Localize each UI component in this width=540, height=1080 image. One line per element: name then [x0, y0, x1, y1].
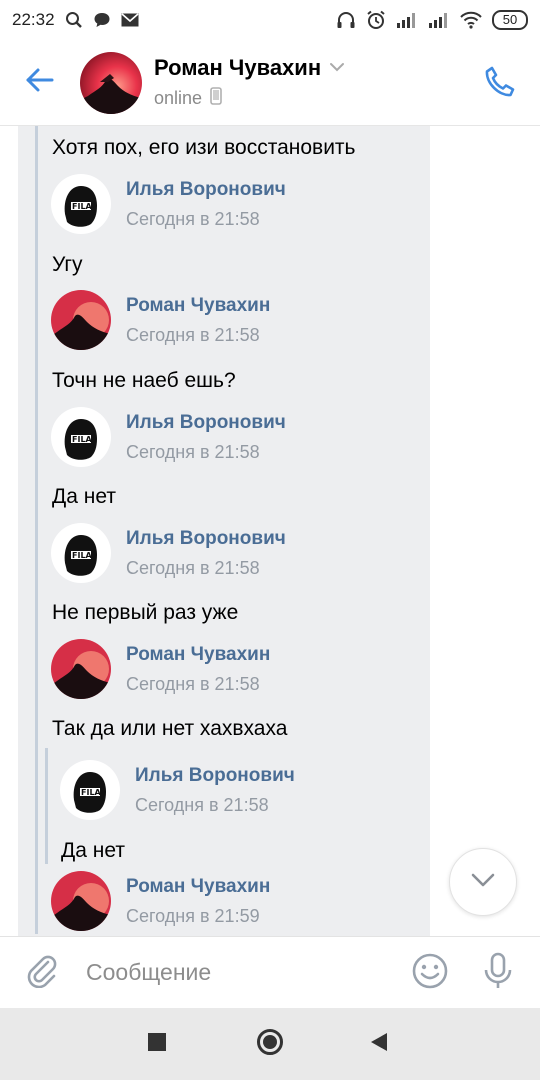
chevron-down-icon — [470, 872, 496, 893]
back-button[interactable] — [0, 40, 80, 126]
author-name[interactable]: Илья Воронович — [135, 764, 295, 788]
square-icon — [148, 1032, 166, 1056]
status-time: 22:32 — [12, 10, 55, 29]
microphone-icon — [483, 952, 513, 995]
chat-header: Роман Чувахин online — [0, 40, 540, 126]
message-input[interactable] — [86, 959, 386, 986]
author-avatar[interactable] — [51, 871, 111, 931]
message-time: Сегодня в 21:58 — [126, 209, 260, 229]
author-avatar[interactable]: FILA — [51, 523, 111, 583]
message-text: Угу — [52, 253, 83, 276]
forward-header[interactable]: Роман Чувахин Сегодня в 21:58 — [51, 639, 270, 699]
phone-device-icon — [210, 87, 222, 110]
headphones-icon — [336, 11, 356, 29]
call-button[interactable] — [480, 64, 520, 104]
forward-header[interactable]: Роман Чувахин Сегодня в 21:58 — [51, 290, 270, 350]
message-text: Да нет — [52, 485, 116, 508]
author-name[interactable]: Илья Воронович — [126, 411, 286, 435]
message-text: Хотя пох, его изи восстановить — [52, 136, 356, 159]
message-text: Так да или нет хахвхаха — [52, 717, 288, 740]
message-text: Не первый раз уже — [52, 601, 239, 624]
author-avatar[interactable]: FILA — [51, 174, 111, 234]
message-time: Сегодня в 21:58 — [126, 442, 260, 462]
contact-status: online — [154, 88, 203, 108]
contact-name[interactable]: Роман Чувахин — [154, 55, 321, 81]
scroll-down-button[interactable] — [449, 848, 517, 916]
message-text: Точн не наеб ешь? — [52, 369, 236, 392]
message-time: Сегодня в 21:59 — [126, 906, 260, 926]
back-nav-button[interactable] — [355, 1020, 403, 1068]
forward-header[interactable]: FILA Илья Воронович Сегодня в 21:58 — [51, 174, 286, 234]
svg-text:FILA: FILA — [72, 202, 93, 211]
phone-call-icon — [483, 65, 517, 104]
author-name[interactable]: Роман Чувахин — [126, 294, 270, 318]
alarm-clock-icon — [366, 10, 386, 30]
nested-forward-line — [45, 748, 48, 864]
message-time: Сегодня в 21:58 — [126, 558, 260, 578]
signal-icon-2 — [428, 12, 450, 28]
forward-header[interactable]: Роман Чувахин Сегодня в 21:59 — [51, 871, 270, 931]
author-avatar[interactable]: FILA — [60, 760, 120, 820]
contact-avatar[interactable] — [80, 51, 142, 114]
forward-header[interactable]: FILA Илья Воронович Сегодня в 21:58 — [51, 407, 286, 467]
svg-text:FILA: FILA — [72, 551, 93, 560]
system-navigation-bar — [0, 1008, 540, 1080]
wifi-icon — [460, 11, 482, 29]
recents-button[interactable] — [133, 1020, 181, 1068]
message-text-nested: Да нет — [61, 839, 125, 862]
search-icon — [65, 11, 83, 29]
forward-header[interactable]: FILA Илья Воронович Сегодня в 21:58 — [51, 523, 286, 583]
signal-icon — [396, 12, 418, 28]
battery-indicator: 50 — [492, 10, 528, 30]
message-list[interactable]: Хотя пох, его изи восстановить FILA Илья… — [0, 126, 540, 936]
paperclip-icon — [25, 952, 59, 993]
home-button[interactable] — [246, 1020, 294, 1068]
author-avatar[interactable]: FILA — [51, 407, 111, 467]
voice-message-button[interactable] — [476, 951, 520, 995]
back-arrow-icon — [25, 67, 55, 98]
author-name[interactable]: Роман Чувахин — [126, 875, 270, 899]
author-avatar[interactable] — [51, 639, 111, 699]
mail-icon — [121, 13, 139, 27]
circle-icon — [256, 1028, 284, 1061]
status-bar: 22:32 50 — [0, 0, 540, 40]
smiley-icon — [411, 952, 449, 995]
author-name[interactable]: Роман Чувахин — [126, 643, 270, 667]
message-time: Сегодня в 21:58 — [126, 325, 260, 345]
message-time: Сегодня в 21:58 — [135, 795, 269, 815]
forward-header-nested[interactable]: FILA Илья Воронович Сегодня в 21:58 — [60, 760, 295, 820]
triangle-back-icon — [370, 1032, 388, 1057]
forward-line — [35, 126, 38, 934]
emoji-button[interactable] — [408, 951, 452, 995]
author-name[interactable]: Илья Воронович — [126, 178, 286, 202]
svg-text:FILA: FILA — [81, 788, 102, 797]
message-time: Сегодня в 21:58 — [126, 674, 260, 694]
svg-text:FILA: FILA — [72, 435, 93, 444]
attach-button[interactable] — [0, 937, 84, 1009]
author-avatar[interactable] — [51, 290, 111, 350]
chevron-down-icon[interactable] — [329, 59, 345, 77]
chat-bubble-icon — [93, 11, 111, 29]
author-name[interactable]: Илья Воронович — [126, 527, 286, 551]
message-composer — [0, 936, 540, 1008]
